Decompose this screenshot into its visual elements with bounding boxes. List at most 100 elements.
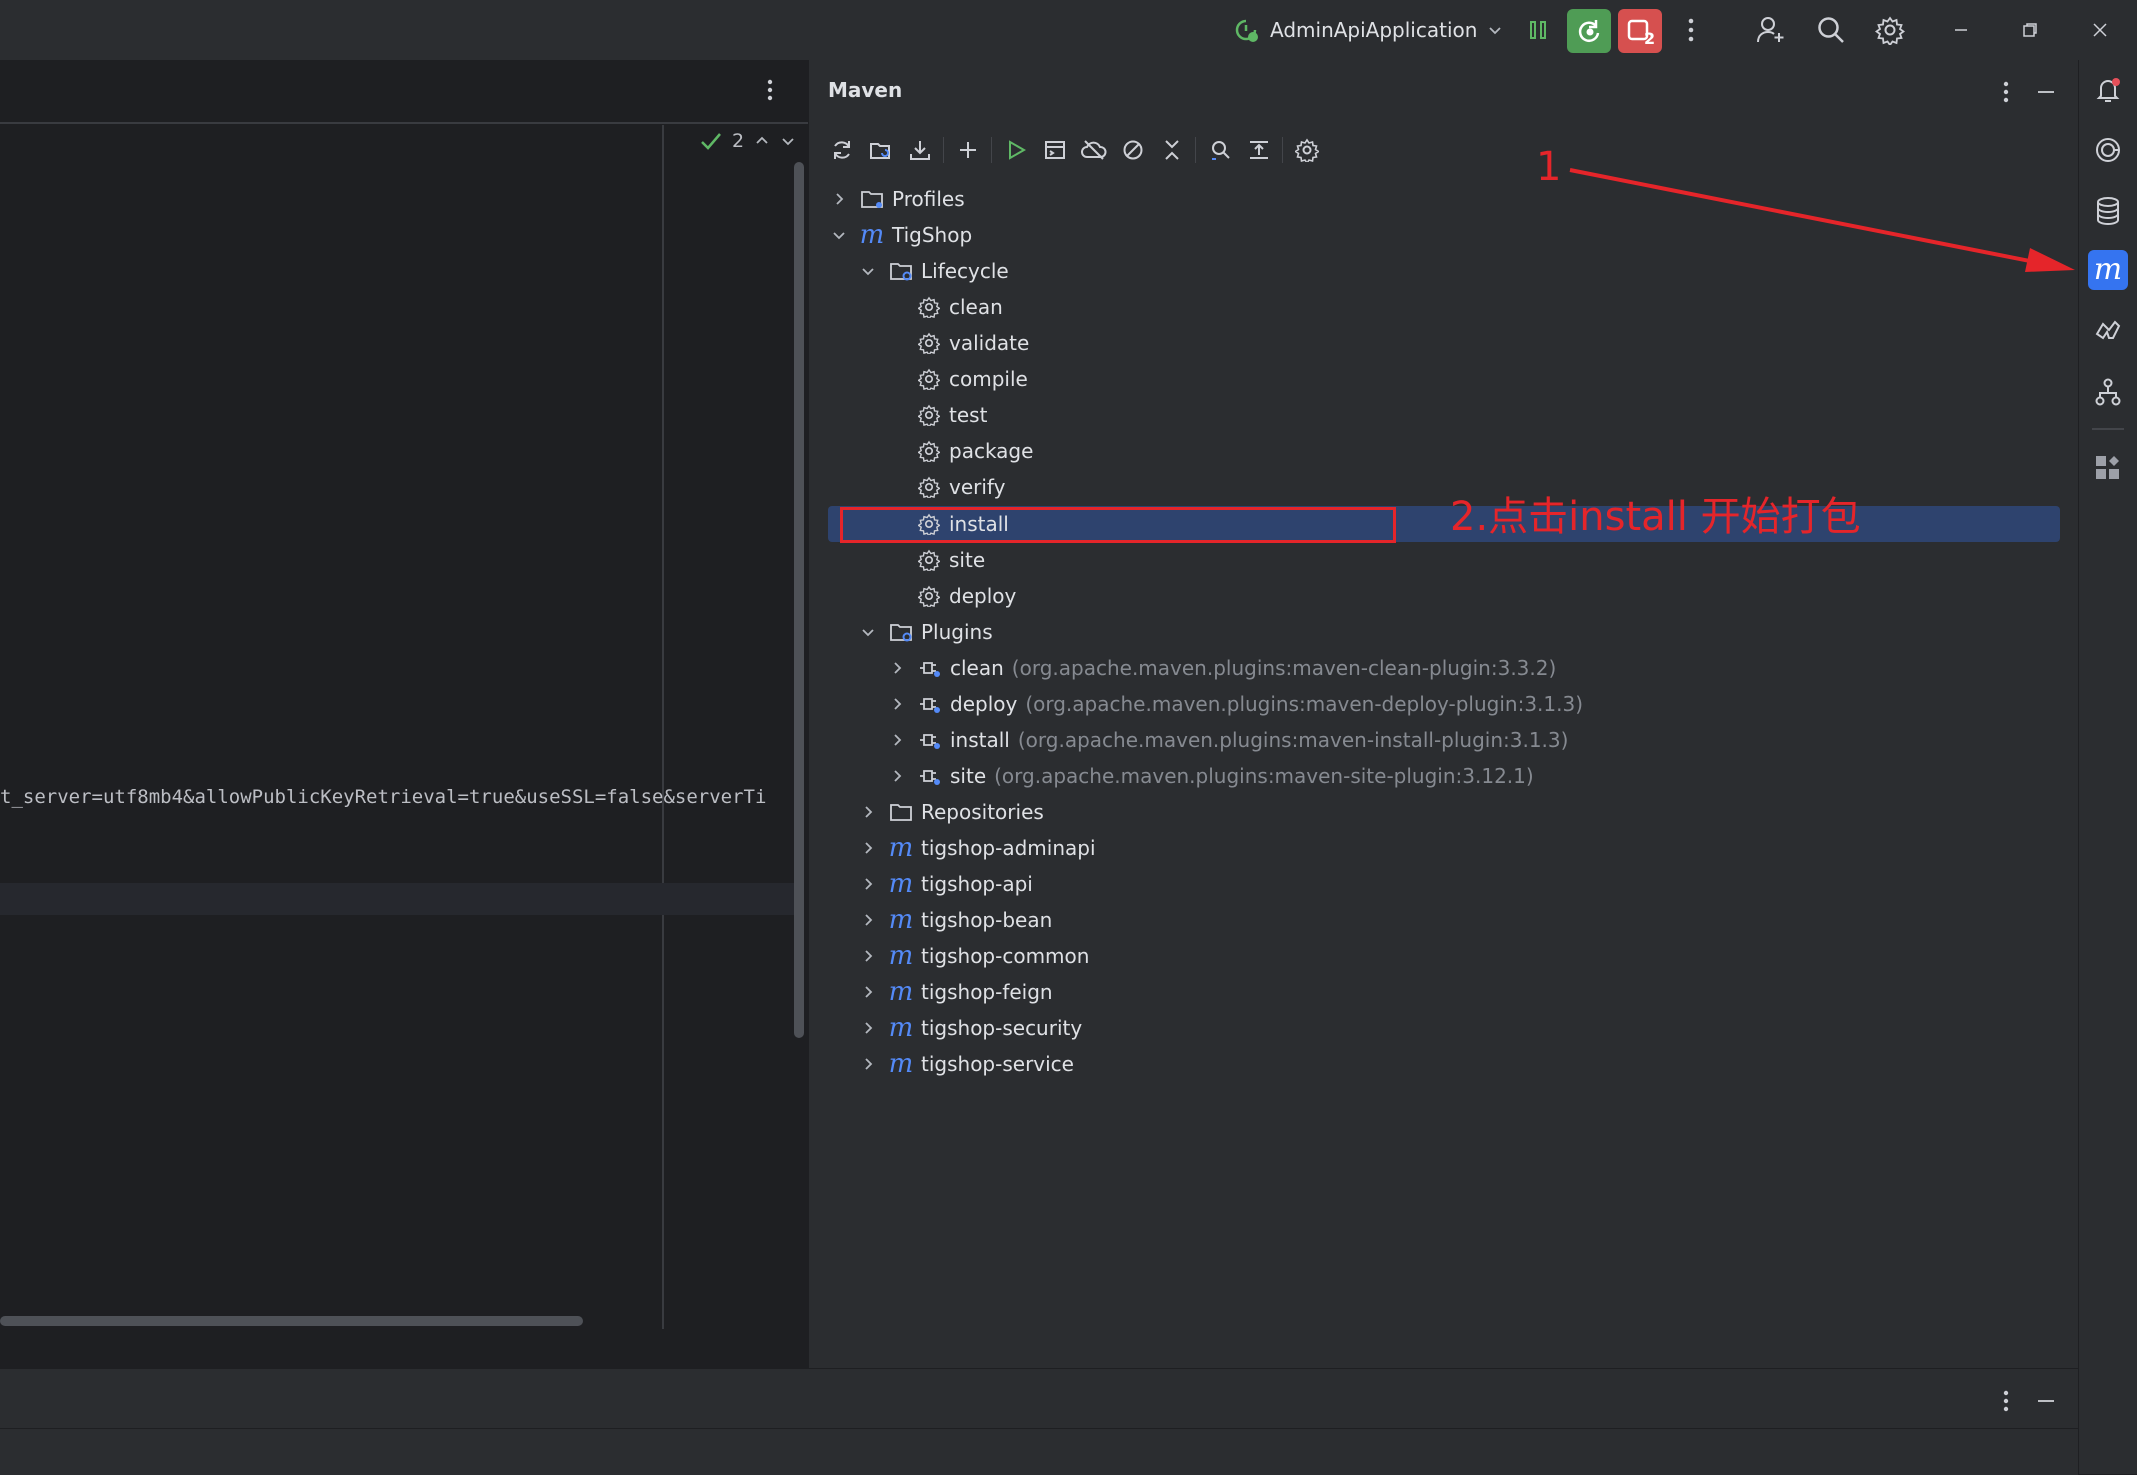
plugin-install[interactable]: install (org.apache.maven.plugins:maven-… [886,722,1568,758]
lifecycle-goal-compile[interactable]: compile [915,361,1028,397]
more-vertical-icon[interactable] [2002,80,2010,104]
chevron-down-icon[interactable] [828,224,850,246]
more-vertical-icon[interactable] [2002,1389,2010,1413]
gear-icon[interactable] [1870,10,1910,50]
vertical-scrollbar[interactable] [794,162,804,1038]
horizontal-scrollbar[interactable] [0,1316,583,1326]
structure-icon[interactable] [2088,372,2128,412]
execute-goal-icon[interactable] [1035,130,1074,170]
search-icon[interactable] [1811,10,1851,50]
chevron-right-icon[interactable] [857,1017,879,1039]
tree-node-module[interactable]: m tigshop-adminapi [857,830,1096,866]
ai-assistant-icon[interactable] [2088,130,2128,170]
offline-mode-icon[interactable] [1074,130,1113,170]
chevron-right-icon[interactable] [828,188,850,210]
chevron-down-icon[interactable] [857,621,879,643]
maven-module-icon: m [888,941,914,971]
chevron-down-icon[interactable] [780,133,796,149]
maven-tool-button[interactable]: m [2088,250,2128,290]
inspection-count: 2 [732,130,745,152]
tree-node-module[interactable]: m tigshop-feign [857,974,1053,1010]
tree-node-plugins[interactable]: Plugins [857,614,993,650]
hide-panel-icon[interactable] [2036,82,2056,102]
minimize-window-icon[interactable] [1941,10,1981,50]
chevron-right-icon[interactable] [857,837,879,859]
lifecycle-goal-verify[interactable]: verify [915,469,1005,505]
database-icon[interactable] [2088,191,2128,231]
analyze-dependencies-icon[interactable] [1200,130,1239,170]
show-diagram-icon[interactable] [1239,130,1278,170]
chevron-right-icon[interactable] [857,1053,879,1075]
code-editor[interactable] [0,60,808,1369]
skip-tests-icon[interactable] [1113,130,1152,170]
tree-node-module[interactable]: m tigshop-security [857,1010,1082,1046]
bottom-tool-window-header [0,1368,2078,1429]
add-icon[interactable] [948,130,987,170]
annotation-step-2: 2.点击install 开始打包 [1450,494,1861,540]
lifecycle-goal-test[interactable]: test [915,397,987,433]
plugin-site[interactable]: site (org.apache.maven.plugins:maven-sit… [886,758,1534,794]
restore-window-icon[interactable] [2010,10,2050,50]
gear-icon [915,365,943,393]
tree-node-profiles[interactable]: Profiles [828,181,965,217]
chevron-right-icon[interactable] [857,801,879,823]
gradle-icon[interactable] [2088,311,2128,351]
tree-node-lifecycle[interactable]: Lifecycle [857,253,1009,289]
collapse-all-icon[interactable] [1152,130,1191,170]
chevron-down-icon[interactable] [857,260,879,282]
add-user-icon[interactable] [1751,10,1791,50]
chevron-right-icon[interactable] [857,909,879,931]
lifecycle-goal-clean[interactable]: clean [915,289,1003,325]
rerun-icon [1578,20,1600,42]
run-icon[interactable] [996,130,1035,170]
annotation-step-1: 1 [1536,144,1562,190]
stop-button[interactable]: 2 [1618,9,1662,53]
gear-icon [915,473,943,501]
folder-icon [887,798,915,826]
chevron-right-icon[interactable] [886,729,908,751]
debug-pause-icon[interactable] [1518,10,1558,50]
reload-icon[interactable] [822,130,861,170]
plugin-clean[interactable]: clean (org.apache.maven.plugins:maven-cl… [886,650,1556,686]
lifecycle-goal-package[interactable]: package [915,433,1033,469]
reload-folder-icon[interactable] [861,130,900,170]
tree-node-repositories[interactable]: Repositories [857,794,1044,830]
notifications-icon[interactable] [2088,70,2128,110]
lifecycle-goal-validate[interactable]: validate [915,325,1029,361]
chevron-right-icon[interactable] [886,657,908,679]
chevron-right-icon[interactable] [857,873,879,895]
more-vertical-icon[interactable] [1671,10,1711,50]
inspection-widget[interactable]: 2 [700,130,796,152]
lifecycle-goal-deploy[interactable]: deploy [915,578,1016,614]
plugin-icon [916,762,944,790]
plugin-deploy[interactable]: deploy (org.apache.maven.plugins:maven-d… [886,686,1583,722]
folder-icon [858,185,886,213]
download-icon[interactable] [900,130,939,170]
editor-tab-bar [0,60,808,124]
chevron-right-icon[interactable] [886,693,908,715]
lifecycle-folder-icon [887,257,915,285]
tree-node-module[interactable]: m tigshop-service [857,1046,1074,1082]
gear-icon [915,437,943,465]
chevron-right-icon[interactable] [857,981,879,1003]
maven-module-icon: m [888,869,914,899]
tree-node-module[interactable]: m tigshop-common [857,938,1089,974]
lifecycle-goal-site[interactable]: site [915,542,985,578]
title-bar: AdminApiApplication 2 [0,0,2137,60]
tree-node-tigshop[interactable]: m TigShop [828,217,972,253]
run-config-label: AdminApiApplication [1270,18,1478,42]
plugins-icon[interactable] [2088,448,2128,488]
close-window-icon[interactable] [2080,10,2120,50]
chevron-right-icon[interactable] [886,765,908,787]
rerun-debug-button[interactable] [1567,9,1611,53]
status-bar [0,1428,2078,1475]
chevron-up-icon[interactable] [754,133,770,149]
tree-node-module[interactable]: m tigshop-bean [857,902,1052,938]
tree-node-module[interactable]: m tigshop-api [857,866,1033,902]
more-vertical-icon[interactable] [766,78,774,102]
run-config-selector[interactable]: AdminApiApplication [1232,10,1503,50]
maven-settings-icon[interactable] [1287,130,1326,170]
maven-module-icon: m [888,1013,914,1043]
hide-panel-icon[interactable] [2036,1391,2056,1411]
chevron-right-icon[interactable] [857,945,879,967]
